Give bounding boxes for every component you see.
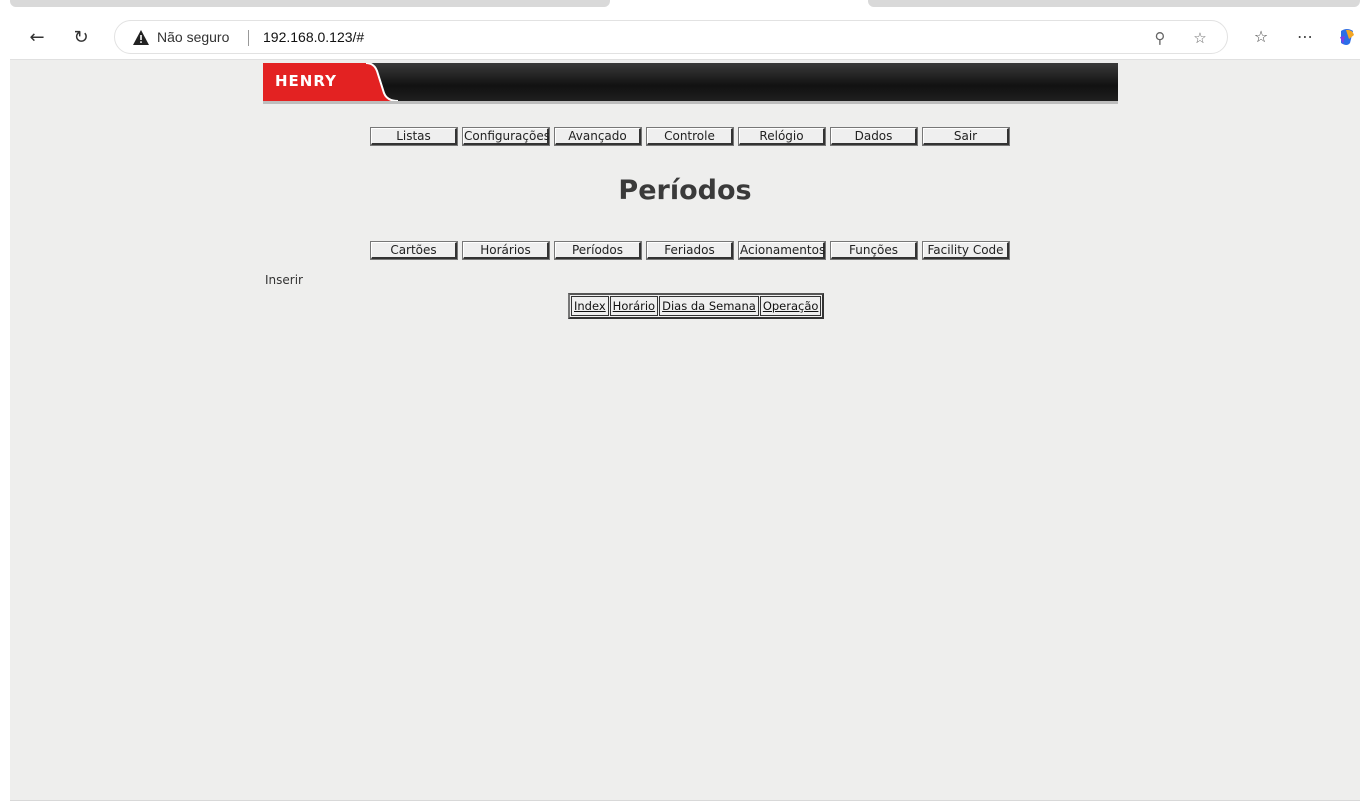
menu-configuracoes[interactable]: Configurações [462,127,550,146]
submenu-funcoes[interactable]: Funções [830,241,918,260]
browser-toolbar: ← ↻ Não seguro 192.168.0.123/# ⚲ ☆ ☆ ⋯ [0,16,1360,58]
submenu-facility-code[interactable]: Facility Code [922,241,1010,260]
column-operacao[interactable]: Operação [759,296,822,316]
warning-icon [133,30,149,45]
banner-underline [263,101,1118,104]
submenu-feriados[interactable]: Feriados [646,241,734,260]
security-label[interactable]: Não seguro [157,29,229,45]
arrow-left-icon: ← [29,26,45,48]
address-bar[interactable]: Não seguro 192.168.0.123/# ⚲ ☆ [114,20,1228,54]
main-menu: Listas Configurações Avançado Controle R… [370,127,1013,146]
header-banner: HENRY [263,63,1118,101]
menu-listas[interactable]: Listas [370,127,458,146]
back-button[interactable]: ← [24,24,50,50]
submenu-horarios[interactable]: Horários [462,241,550,260]
page-viewport: HENRY Listas Configurações Avançado Cont… [10,59,1360,801]
copilot-icon[interactable] [1336,27,1358,49]
menu-relogio[interactable]: Relógio [738,127,826,146]
url-text[interactable]: 192.168.0.123/# [263,29,364,45]
menu-sair[interactable]: Sair [922,127,1010,146]
submenu-cartoes[interactable]: Cartões [370,241,458,260]
refresh-icon: ↻ [73,26,89,48]
logo-text: HENRY [275,72,337,90]
tab-other[interactable] [868,0,1360,7]
page-title: Períodos [618,175,752,206]
submenu-acionamentos[interactable]: Acionamentos [738,241,826,260]
menu-avancado[interactable]: Avançado [554,127,642,146]
reload-button[interactable]: ↻ [68,24,94,50]
column-index[interactable]: Index [571,296,609,316]
address-divider [248,30,249,46]
star-icon[interactable]: ☆ [1191,29,1209,47]
column-horario[interactable]: Horário [609,296,659,316]
insert-link[interactable]: Inserir [265,273,303,287]
tab-strip [0,0,1360,10]
periods-table-header: Index Horário Dias da Semana Operação [568,293,825,319]
sub-menu: Cartões Horários Períodos Feriados Acion… [370,241,1013,260]
column-dias-da-semana[interactable]: Dias da Semana [659,296,759,316]
menu-dados[interactable]: Dados [830,127,918,146]
favorites-icon[interactable]: ☆ [1250,27,1272,49]
tab-active[interactable] [10,0,610,7]
menu-controle[interactable]: Controle [646,127,734,146]
key-icon[interactable]: ⚲ [1151,29,1169,47]
more-menu-icon[interactable]: ⋯ [1294,27,1316,49]
submenu-periodos[interactable]: Períodos [554,241,642,260]
